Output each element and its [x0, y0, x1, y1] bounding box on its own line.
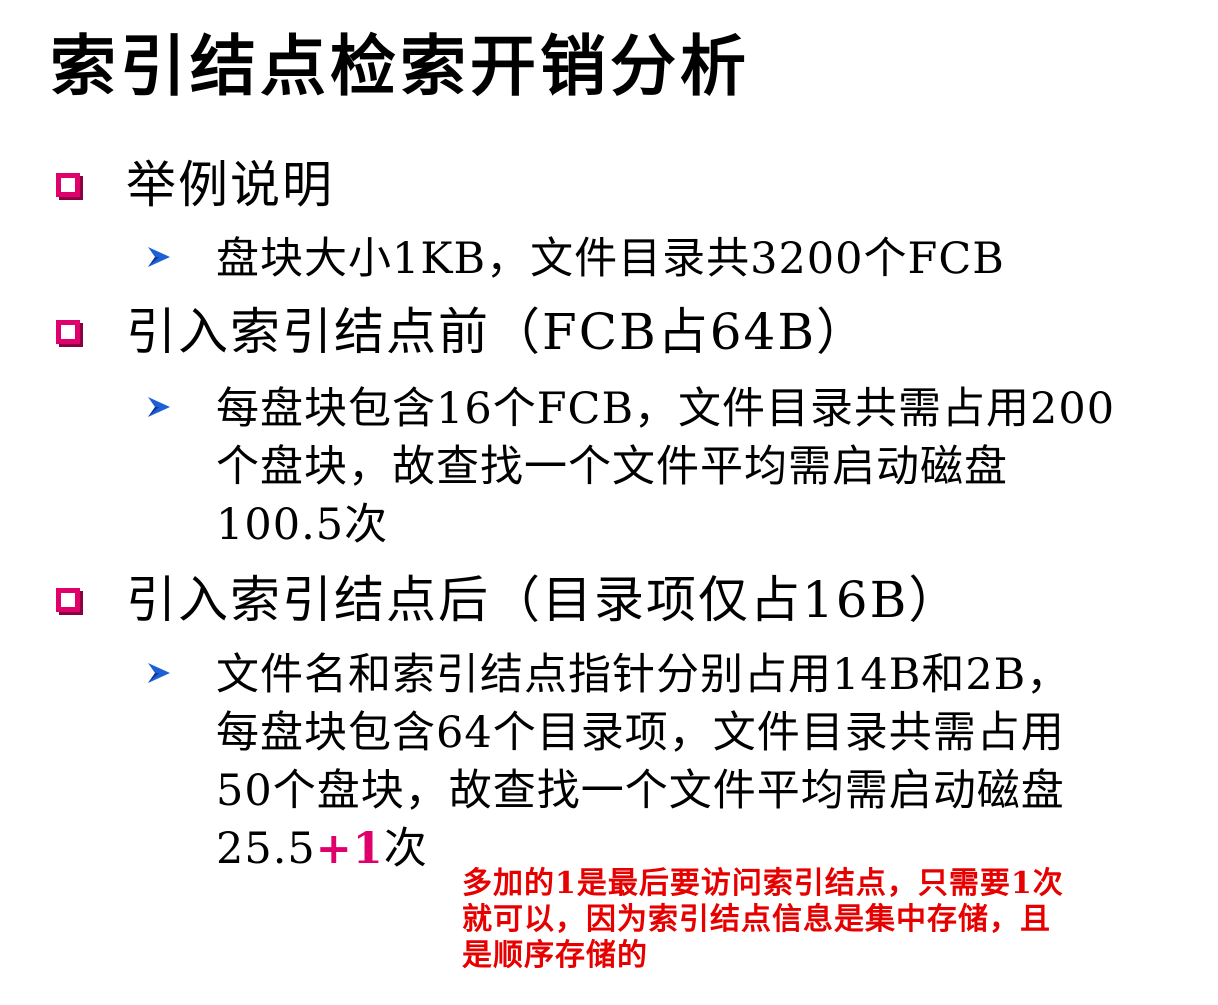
- square-bullet-icon: [56, 173, 80, 197]
- bullet-item-after-index-node: 引入索引结点后（目录项仅占16B）: [56, 575, 960, 625]
- bullet-item-before-index-node: 引入索引结点前（FCB占64B）: [56, 307, 868, 357]
- text-line: 50个盘块，故查找一个文件平均需启动磁盘: [216, 766, 1065, 816]
- page-title: 索引结点检索开销分析: [50, 28, 750, 105]
- text-line-prefix: 25.5: [216, 824, 316, 874]
- arrow-bullet-icon: [148, 247, 170, 267]
- bullet-item-example: 举例说明: [56, 160, 334, 210]
- bullet-label: 引入索引结点后（目录项仅占16B）: [126, 571, 961, 629]
- text-line: 每盘块包含64个目录项，文件目录共需占用: [216, 708, 1065, 758]
- annotation-note: 多加的1是最后要访问索引结点，只需要1次 就可以，因为索引结点信息是集中存储，且…: [462, 866, 1162, 974]
- arrow-bullet-icon: [148, 663, 170, 683]
- bullet-label: 举例说明: [126, 156, 334, 214]
- sub-item: 文件名和索引结点指针分别占用14B和2B， 每盘块包含64个目录项，文件目录共需…: [146, 646, 1156, 878]
- sub-item: 每盘块包含16个FCB，文件目录共需占用200 个盘块，故查找一个文件平均需启动…: [146, 380, 1156, 554]
- accent-plus-one: +1: [315, 824, 384, 874]
- sub-item-text: 文件名和索引结点指针分别占用14B和2B， 每盘块包含64个目录项，文件目录共需…: [216, 646, 1156, 878]
- text-line-suffix: 次: [383, 824, 428, 874]
- sub-item-text: 盘块大小1KB，文件目录共3200个FCB: [216, 230, 1156, 288]
- text-line: 个盘块，故查找一个文件平均需启动磁盘: [216, 442, 1008, 492]
- sub-item-text: 每盘块包含16个FCB，文件目录共需占用200 个盘块，故查找一个文件平均需启动…: [216, 380, 1156, 554]
- note-line: 多加的1是最后要访问索引结点，只需要1次: [462, 866, 1064, 901]
- square-bullet-icon: [56, 320, 80, 344]
- arrow-bullet-icon: [148, 397, 170, 417]
- note-line: 就可以，因为索引结点信息是集中存储，且: [462, 902, 1051, 937]
- text-line: 盘块大小1KB，文件目录共3200个FCB: [216, 234, 1005, 284]
- text-line: 100.5次: [216, 500, 389, 550]
- sub-item: 盘块大小1KB，文件目录共3200个FCB: [146, 230, 1156, 288]
- text-line: 每盘块包含16个FCB，文件目录共需占用200: [216, 384, 1116, 434]
- text-line: 文件名和索引结点指针分别占用14B和2B，: [216, 650, 1071, 700]
- note-line: 是顺序存储的: [462, 938, 648, 973]
- bullet-label: 引入索引结点前（FCB占64B）: [126, 303, 869, 361]
- square-bullet-icon: [56, 588, 80, 612]
